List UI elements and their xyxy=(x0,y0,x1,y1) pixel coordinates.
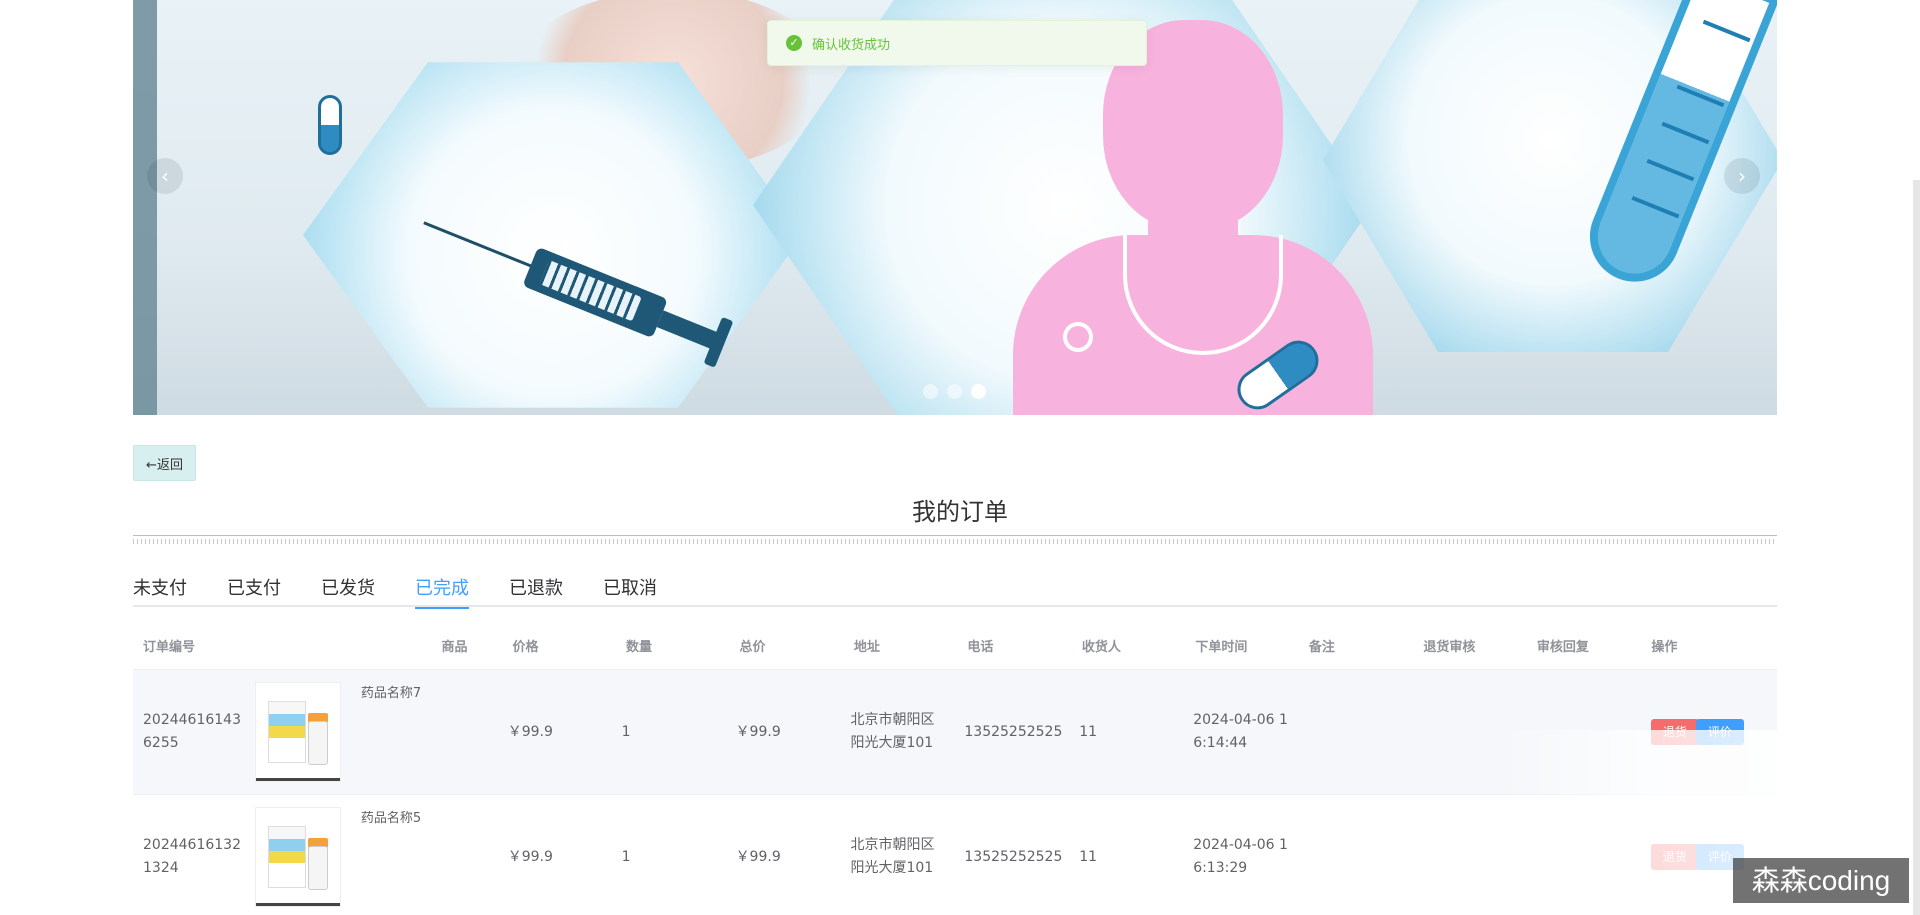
capsule-icon xyxy=(318,95,342,155)
quantity-cell: 1 xyxy=(621,723,631,740)
carousel-dot[interactable] xyxy=(923,384,938,399)
product-image xyxy=(254,682,341,782)
order-time-cell: 2024-04-06 1 6:13:29 xyxy=(1193,837,1288,876)
carousel-indicators xyxy=(923,384,986,399)
total-cell: ￥99.9 xyxy=(735,848,781,865)
banner-edge xyxy=(133,0,157,415)
header-actions: 操作 xyxy=(1651,640,1678,655)
total-cell: ￥99.9 xyxy=(735,723,781,740)
stethoscope-bell-icon xyxy=(1063,322,1093,352)
header-price: 价格 xyxy=(512,640,539,655)
phone-cell: 13525252525 xyxy=(964,848,1063,865)
page-scrollbar[interactable] xyxy=(1913,180,1920,915)
success-toast: ✓ 确认收货成功 xyxy=(767,20,1147,66)
address-cell: 北京市朝阳区 阳光大厦101 xyxy=(850,712,935,751)
header-goods: 商品 xyxy=(441,640,468,655)
address-cell: 北京市朝阳区 阳光大厦101 xyxy=(850,837,935,876)
toast-message: 确认收货成功 xyxy=(812,37,891,53)
price-cell: ￥99.9 xyxy=(507,723,553,740)
tab-paid[interactable]: 已支付 xyxy=(227,572,281,607)
page-title: 我的订单 xyxy=(912,498,1008,526)
receiver-cell: 11 xyxy=(1079,848,1098,865)
order-time-cell: 2024-04-06 1 6:14:44 xyxy=(1193,712,1288,751)
carousel-dot-active[interactable] xyxy=(971,384,986,399)
phone-cell: 13525252525 xyxy=(964,723,1063,740)
order-no-cell: 20244616143 6255 xyxy=(143,712,241,751)
header-review-reply: 审核回复 xyxy=(1536,640,1589,655)
carousel-prev-button[interactable]: ‹ xyxy=(147,158,183,194)
goods-cell: 药品名称5 xyxy=(247,807,498,907)
refund-button[interactable]: 退货 xyxy=(1650,844,1699,870)
tab-shipped[interactable]: 已发货 xyxy=(321,572,375,607)
orders-table: 订单编号 商品 价格 数量 总价 地址 电话 收货人 下单时间 备注 退货审核 … xyxy=(133,622,1777,915)
header-return-review: 退货审核 xyxy=(1423,640,1476,655)
refund-button[interactable]: 退货 xyxy=(1650,719,1699,745)
actions-cell: 退货 评价 xyxy=(1641,719,1777,745)
tab-completed[interactable]: 已完成 xyxy=(415,572,469,609)
back-button[interactable]: ←返回 xyxy=(133,445,196,481)
carousel-next-button[interactable]: › xyxy=(1724,158,1760,194)
order-no-cell: 20244616132 1324 xyxy=(143,837,241,876)
product-name: 药品名称7 xyxy=(360,686,422,701)
product-image xyxy=(254,807,341,907)
quantity-cell: 1 xyxy=(621,848,631,865)
header-receiver: 收货人 xyxy=(1081,640,1121,655)
page: ‹ › ✓ 确认收货成功 ←返回 我的订单 未支付 已支付 已发货 已完成 已退… xyxy=(0,0,1920,915)
header-quantity: 数量 xyxy=(625,640,652,655)
review-button[interactable]: 评价 xyxy=(1695,719,1744,745)
carousel-dot[interactable] xyxy=(947,384,962,399)
watermark: 森森coding xyxy=(1733,858,1909,903)
check-circle-icon: ✓ xyxy=(786,35,802,51)
goods-cell: 药品名称7 xyxy=(247,682,498,782)
header-address: 地址 xyxy=(853,640,880,655)
header-order-no: 订单编号 xyxy=(143,640,196,655)
receiver-cell: 11 xyxy=(1079,723,1098,740)
header-phone: 电话 xyxy=(967,640,994,655)
header-remark: 备注 xyxy=(1308,640,1335,655)
tab-refunded[interactable]: 已退款 xyxy=(509,572,563,607)
table-row: 20244616132 1324 药品名称5 ￥99.9 1 ￥99.9 北京市… xyxy=(133,795,1777,915)
table-header: 订单编号 商品 价格 数量 总价 地址 电话 收货人 下单时间 备注 退货审核 … xyxy=(133,622,1777,670)
table-row: 20244616143 6255 药品名称7 ￥99.9 1 ￥99.9 北京市… xyxy=(133,670,1777,795)
tab-cancelled[interactable]: 已取消 xyxy=(603,572,657,607)
order-status-tabs: 未支付 已支付 已发货 已完成 已退款 已取消 xyxy=(133,572,1777,609)
title-divider xyxy=(133,535,1777,545)
header-total: 总价 xyxy=(739,640,766,655)
tab-unpaid[interactable]: 未支付 xyxy=(133,572,187,607)
price-cell: ￥99.9 xyxy=(507,848,553,865)
header-order-time: 下单时间 xyxy=(1195,640,1248,655)
product-name: 药品名称5 xyxy=(360,811,422,826)
